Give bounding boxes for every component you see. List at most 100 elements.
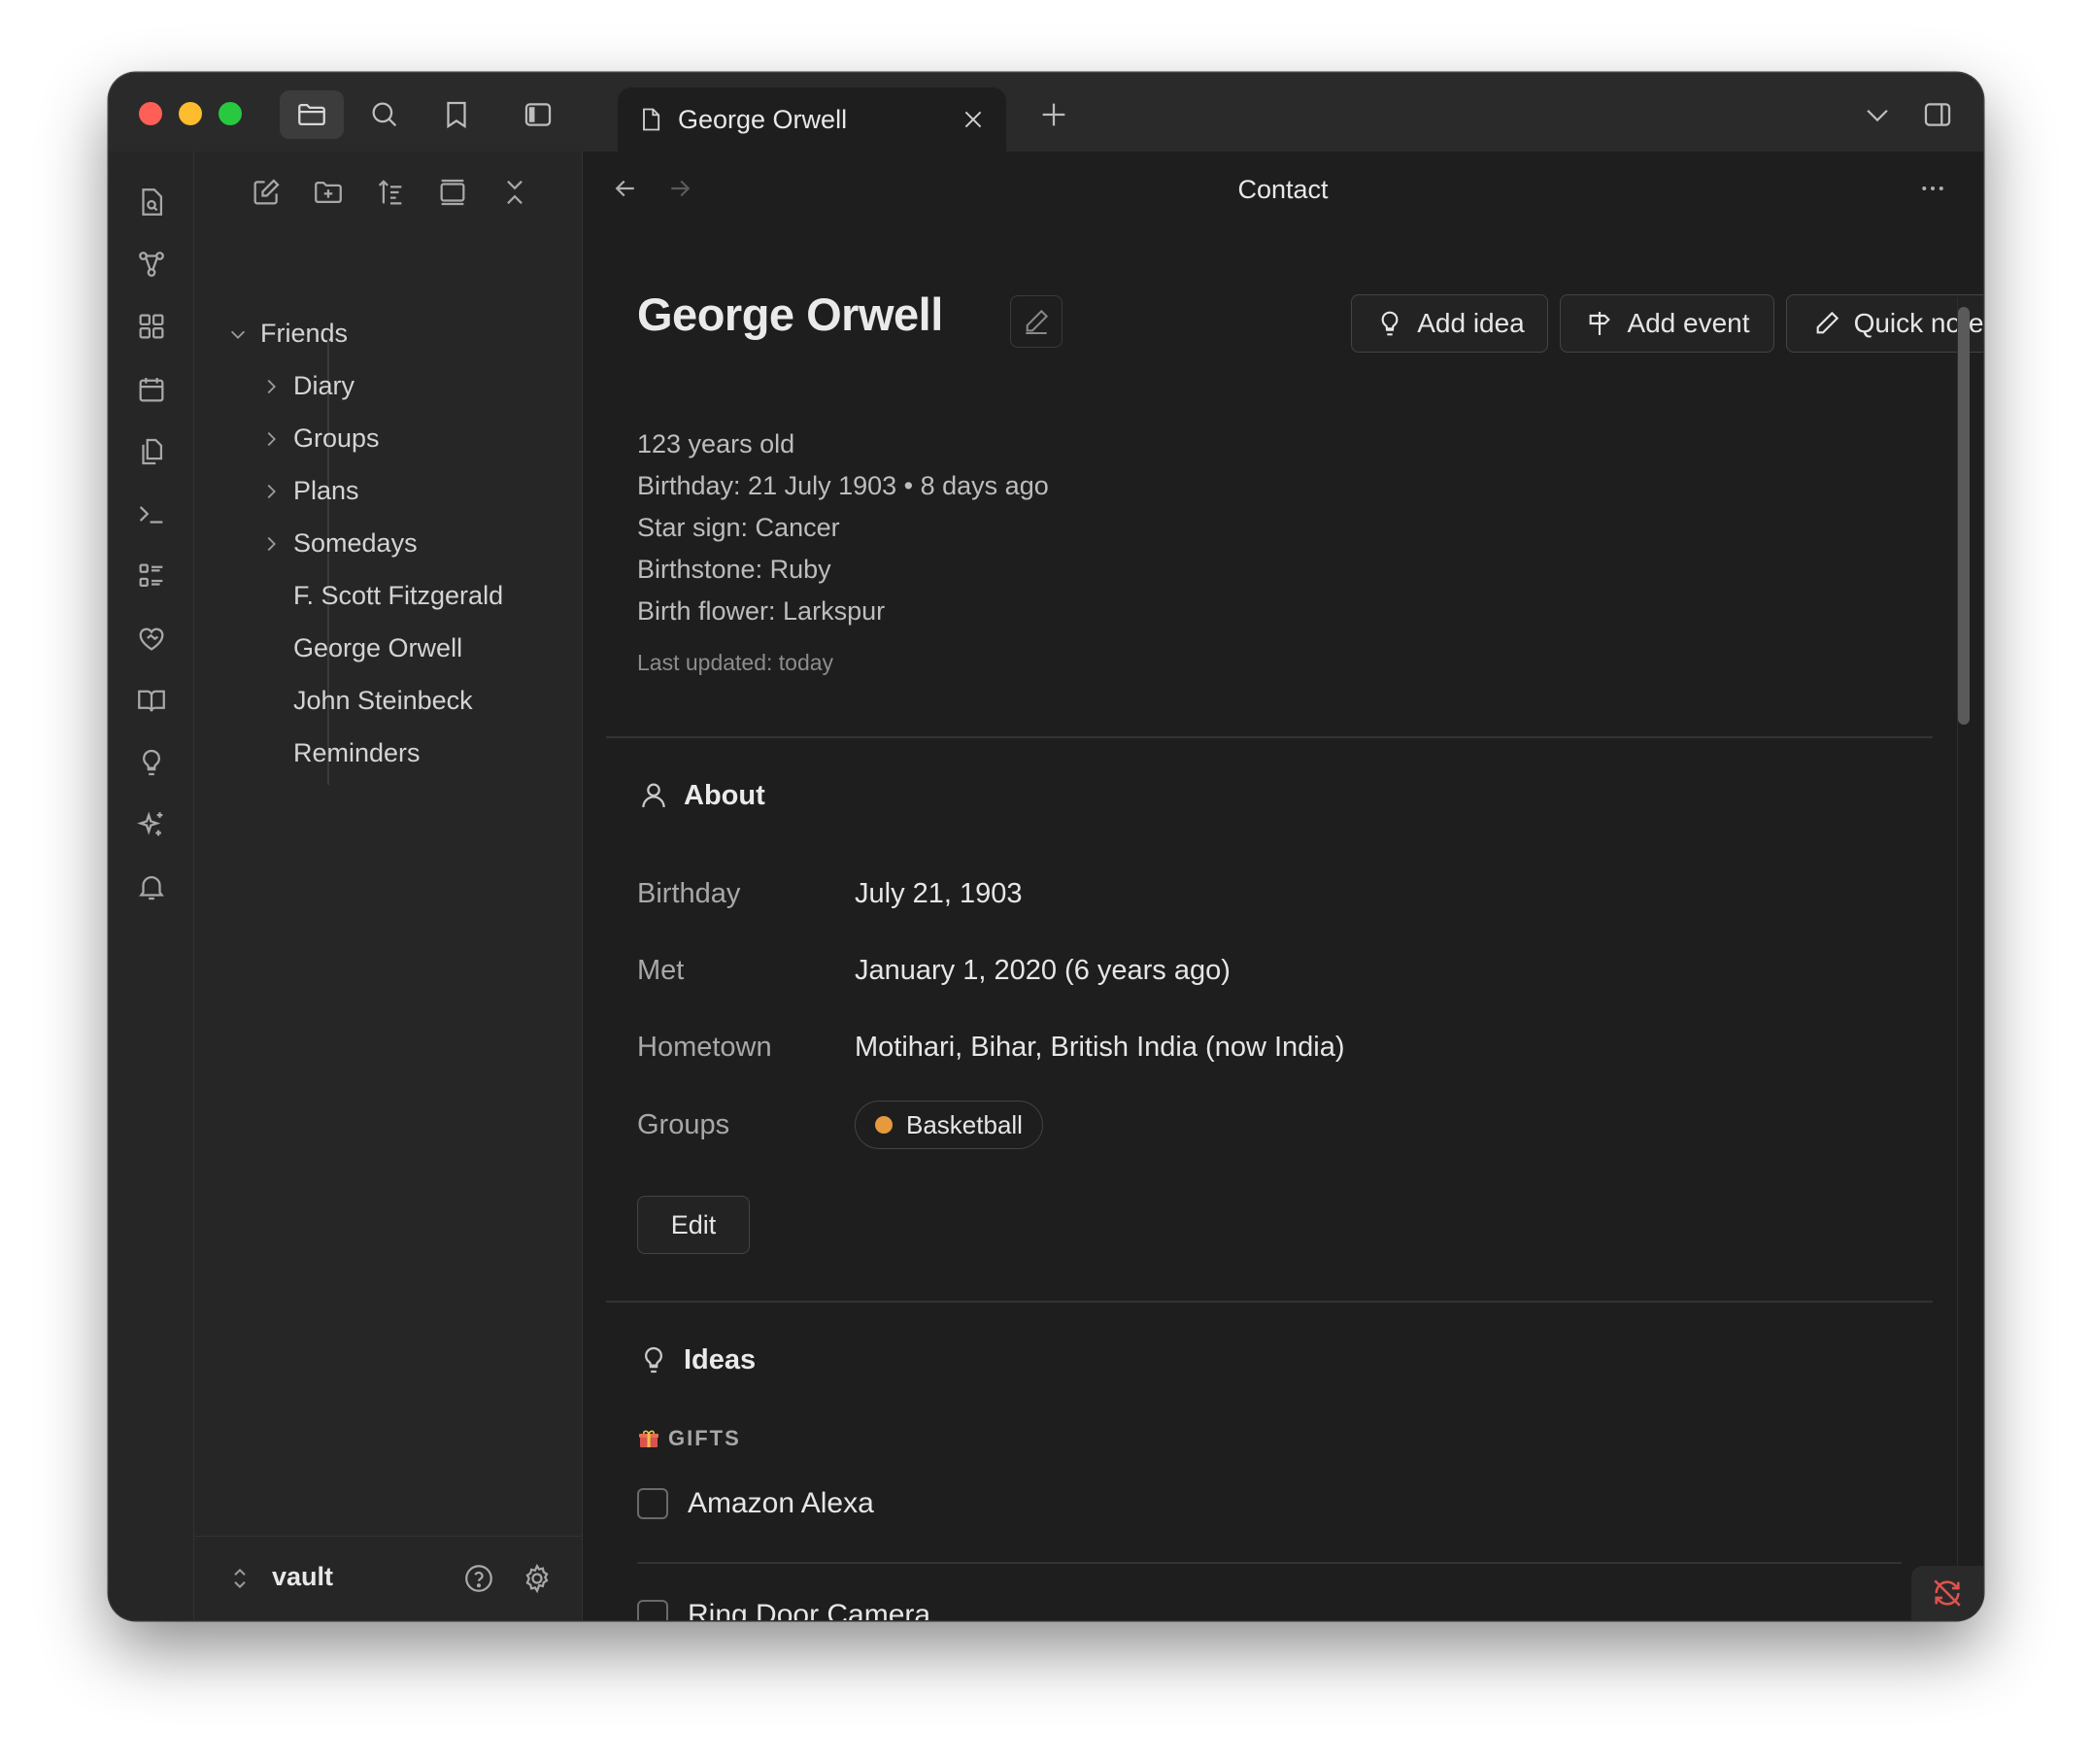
folder-icon [298,103,325,126]
ribbon-ai-assistant[interactable] [130,803,173,846]
more-horizontal-icon [1922,187,1943,190]
ribbon-ideas[interactable] [130,741,173,784]
tab-label: George Orwell [678,104,848,134]
new-folder-button[interactable] [307,171,350,214]
ribbon-reading[interactable] [130,679,173,722]
edit-name-button[interactable] [1010,295,1063,348]
collapse-all-button[interactable] [493,171,536,214]
ribbon [109,152,194,1620]
tree-file-john-steinbeck[interactable]: John Steinbeck [293,686,473,716]
close-tab-button[interactable] [958,104,989,135]
ribbon-canvas[interactable] [130,305,173,348]
idea-label: Amazon Alexa [688,1487,874,1519]
tree-file-f-scott-fitzgerald[interactable]: F. Scott Fitzgerald [293,581,503,611]
minimize-window-button[interactable] [179,102,202,125]
new-note-button[interactable] [245,171,287,214]
tree-folder-groups[interactable]: Groups [258,424,380,454]
graph-icon [139,252,164,277]
title-bar: George Orwell [109,73,1983,152]
sync-off-icon [1934,1579,1961,1607]
last-updated: Last updated: today [637,650,834,675]
settings-button[interactable] [520,1561,555,1596]
sync-status-button[interactable] [1911,1566,1983,1620]
file-explorer-toggle[interactable] [280,90,344,139]
calendar-icon [139,377,164,402]
contact-birthstone: Birthstone: Ruby [637,555,831,584]
about-collapse-toggle[interactable] [1981,783,1983,818]
file-explorer: Friends Diary Groups Plans Somedays F. S… [194,152,583,1620]
tree-folder-label: Somedays [293,528,418,558]
chevron-right-icon [267,431,276,446]
section-divider [606,1301,1933,1303]
ribbon-graph-view[interactable] [130,243,173,286]
ribbon-friends[interactable] [130,617,173,660]
ideas-category-gifts: GIFTS [637,1426,741,1451]
tree-folder-plans[interactable]: Plans [258,476,359,506]
pencil-icon [1026,309,1049,334]
group-pill-basketball[interactable]: Basketball [855,1101,1043,1149]
tree-file-reminders[interactable]: Reminders [293,738,421,768]
contact-age: 123 years old [637,429,795,458]
idea-checkbox[interactable] [637,1600,668,1620]
toggle-right-sidebar-button[interactable] [1906,90,1970,139]
ideas-section-header[interactable]: Ideas [637,1343,756,1376]
tab-list-dropdown[interactable] [1845,90,1909,139]
contact-birth-flower: Birth flower: Larkspur [637,596,886,626]
lightbulb-icon [143,749,160,776]
tab-george-orwell[interactable]: George Orwell [618,87,1006,152]
more-options-button[interactable] [1913,169,1952,208]
group-color-dot [875,1116,893,1134]
zoom-window-button[interactable] [219,102,242,125]
tree-folder-friends[interactable]: Friends [225,319,348,349]
tree-folder-label: Friends [260,319,349,348]
contact-star-sign: Star sign: Cancer [637,513,840,542]
new-tab-button[interactable] [1022,90,1086,139]
sort-order-button[interactable] [369,171,412,214]
ribbon-reminders[interactable] [130,865,173,908]
idea-item[interactable]: Amazon Alexa [637,1487,874,1520]
prop-label-hometown: Hometown [637,1032,772,1063]
add-event-button[interactable]: Add event [1560,294,1774,353]
chevron-right-icon [267,484,276,498]
scrollbar-thumb[interactable] [1958,307,1970,725]
edit-label: Edit [670,1209,717,1239]
search-button[interactable] [353,90,417,139]
vault-switcher-button[interactable] [225,1564,254,1593]
chevrons-up-down-icon [234,1568,246,1589]
add-idea-button[interactable]: Add idea [1351,294,1548,353]
close-window-button[interactable] [139,102,162,125]
tree-indent-guide [327,338,329,785]
auto-reveal-button[interactable] [431,171,474,214]
chevron-down-icon [1867,109,1888,122]
bookmark-icon [447,101,466,129]
tree-folder-somedays[interactable]: Somedays [258,528,418,559]
idea-item[interactable]: Ring Door Camera [637,1599,930,1620]
ribbon-command-palette[interactable] [130,492,173,535]
prop-label-groups: Groups [637,1109,730,1140]
about-section-header[interactable]: About [637,779,765,812]
gear-icon [525,1563,549,1594]
tree-file-george-orwell[interactable]: George Orwell [293,633,462,663]
edit-icon [253,179,280,205]
folder-plus-icon [315,181,342,204]
bookmarks-button[interactable] [424,90,489,139]
ribbon-file-search[interactable] [130,181,173,223]
tree-folder-diary[interactable]: Diary [258,371,354,401]
vault-name[interactable]: vault [272,1562,333,1592]
help-button[interactable] [461,1561,496,1596]
idea-checkbox[interactable] [637,1488,668,1519]
edit-about-button[interactable]: Edit [637,1196,750,1254]
panel-icon [440,179,465,206]
book-open-icon [138,690,165,712]
help-icon [465,1565,492,1592]
quick-note-button[interactable]: Quick note [1786,294,1983,353]
file-icon [643,108,660,131]
toggle-left-sidebar-button[interactable] [506,90,570,139]
ribbon-list-view[interactable] [130,555,173,597]
ribbon-templates[interactable] [130,430,173,473]
add-idea-label: Add idea [1417,308,1525,338]
ribbon-daily-notes[interactable] [130,368,173,411]
group-pill-label: Basketball [906,1109,1023,1139]
idea-label: Ring Door Camera [688,1599,931,1620]
vault-bar: vault [194,1536,582,1620]
